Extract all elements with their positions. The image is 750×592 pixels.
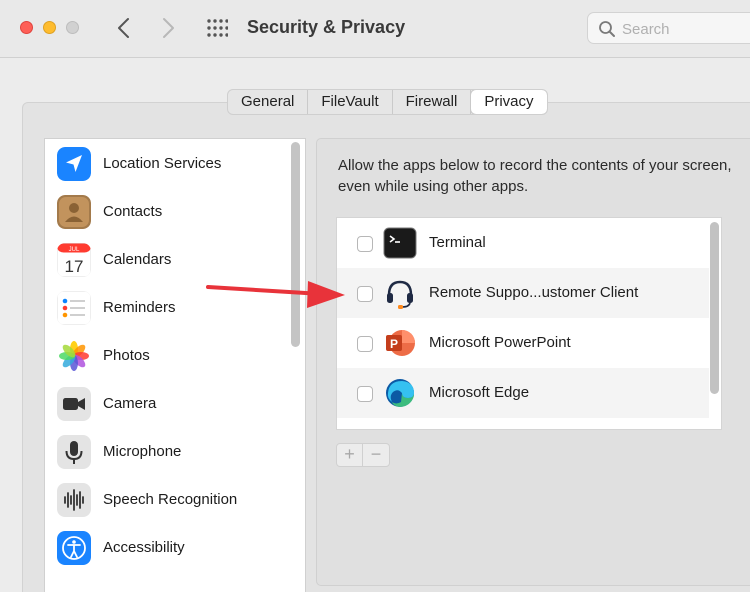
app-checkbox[interactable]	[357, 336, 373, 352]
tab-privacy[interactable]: Privacy	[471, 90, 547, 114]
app-checkbox[interactable]	[357, 386, 373, 402]
remove-app-button[interactable]: −	[363, 444, 389, 466]
sidebar-item-label: Photos	[103, 347, 150, 364]
calendar-icon: JUL 17	[57, 243, 91, 277]
photos-icon	[57, 339, 91, 373]
tab-bar: General FileVault Firewall Privacy	[227, 89, 548, 115]
powerpoint-icon: P	[386, 330, 415, 356]
waveform-icon	[57, 483, 91, 517]
sidebar-item-label: Calendars	[103, 251, 172, 268]
sidebar-item-camera[interactable]: Camera	[57, 383, 287, 423]
app-name: Terminal	[429, 234, 486, 251]
headset-icon	[387, 280, 413, 309]
sidebar-item-label: Camera	[103, 395, 157, 412]
reminders-icon	[57, 291, 91, 325]
chevron-left-icon[interactable]	[114, 16, 134, 40]
calendar-month-text: JUL	[69, 247, 80, 253]
app-checkbox[interactable]	[357, 236, 373, 252]
annotation-arrow-icon	[206, 281, 345, 308]
close-window-button[interactable]	[20, 21, 33, 34]
contacts-icon	[57, 195, 91, 229]
sidebar-item-calendars[interactable]: JUL 17 Calendars	[57, 239, 287, 279]
tab-general[interactable]: General	[228, 90, 309, 114]
tab-filevault[interactable]: FileVault	[308, 90, 393, 114]
app-list-scrollbar[interactable]	[710, 222, 719, 394]
svg-text:P: P	[390, 337, 398, 351]
app-name: Microsoft PowerPoint	[429, 334, 571, 351]
sidebar-item-speech-recognition[interactable]: Speech Recognition	[57, 479, 287, 519]
search-placeholder: Search	[622, 21, 670, 38]
search-icon	[599, 21, 615, 37]
sidebar-item-label: Microphone	[103, 443, 182, 460]
app-name: Remote Suppo...ustomer Client	[429, 284, 639, 301]
sidebar-scrollbar[interactable]	[291, 142, 300, 347]
calendar-day-text: 17	[65, 257, 84, 276]
sidebar-item-label: Accessibility	[103, 539, 185, 556]
camera-icon	[57, 387, 91, 421]
app-row-edge[interactable]: Microsoft Edge	[337, 368, 709, 418]
sidebar-item-accessibility[interactable]: Accessibility	[57, 527, 287, 567]
accessibility-icon	[57, 531, 91, 565]
search-input[interactable]: Search	[587, 12, 750, 44]
sidebar-item-label: Location Services	[103, 155, 222, 172]
app-name: Microsoft Edge	[429, 384, 530, 401]
sidebar-item-label: Reminders	[103, 299, 176, 316]
privacy-category-list[interactable]: Location Services Contacts JUL 17 Calend…	[44, 138, 306, 592]
sidebar-item-photos[interactable]: Photos	[57, 335, 287, 375]
microphone-icon	[57, 435, 91, 469]
zoom-window-button[interactable]	[66, 21, 79, 34]
app-row-terminal[interactable]: Terminal	[337, 218, 709, 268]
permission-description: Allow the apps below to record the conte…	[338, 157, 732, 195]
app-permission-list[interactable]: Terminal Remote Suppo...ustomer Client P…	[336, 217, 722, 430]
sidebar-item-label: Contacts	[103, 203, 163, 220]
tab-firewall[interactable]: Firewall	[393, 90, 472, 114]
sidebar-item-contacts[interactable]: Contacts	[57, 191, 287, 231]
add-remove-control: + −	[336, 443, 390, 467]
sidebar-item-label: Speech Recognition	[103, 491, 238, 508]
title-bar: Security & Privacy Search	[0, 0, 750, 58]
chevron-right-icon[interactable]	[158, 16, 178, 40]
app-row-partial	[337, 418, 709, 429]
show-all-grid-icon[interactable]	[206, 18, 228, 38]
edge-icon	[386, 379, 414, 407]
sidebar-item-microphone[interactable]: Microphone	[57, 431, 287, 471]
app-row-powerpoint[interactable]: P Microsoft PowerPoint	[337, 318, 709, 368]
add-app-button[interactable]: +	[337, 444, 363, 466]
minimize-window-button[interactable]	[43, 21, 56, 34]
window-title: Security & Privacy	[247, 17, 406, 37]
app-row-remote-support[interactable]: Remote Suppo...ustomer Client	[337, 268, 709, 318]
terminal-icon	[383, 227, 417, 259]
location-arrow-icon	[57, 147, 91, 181]
sidebar-item-location-services[interactable]: Location Services	[57, 143, 287, 183]
